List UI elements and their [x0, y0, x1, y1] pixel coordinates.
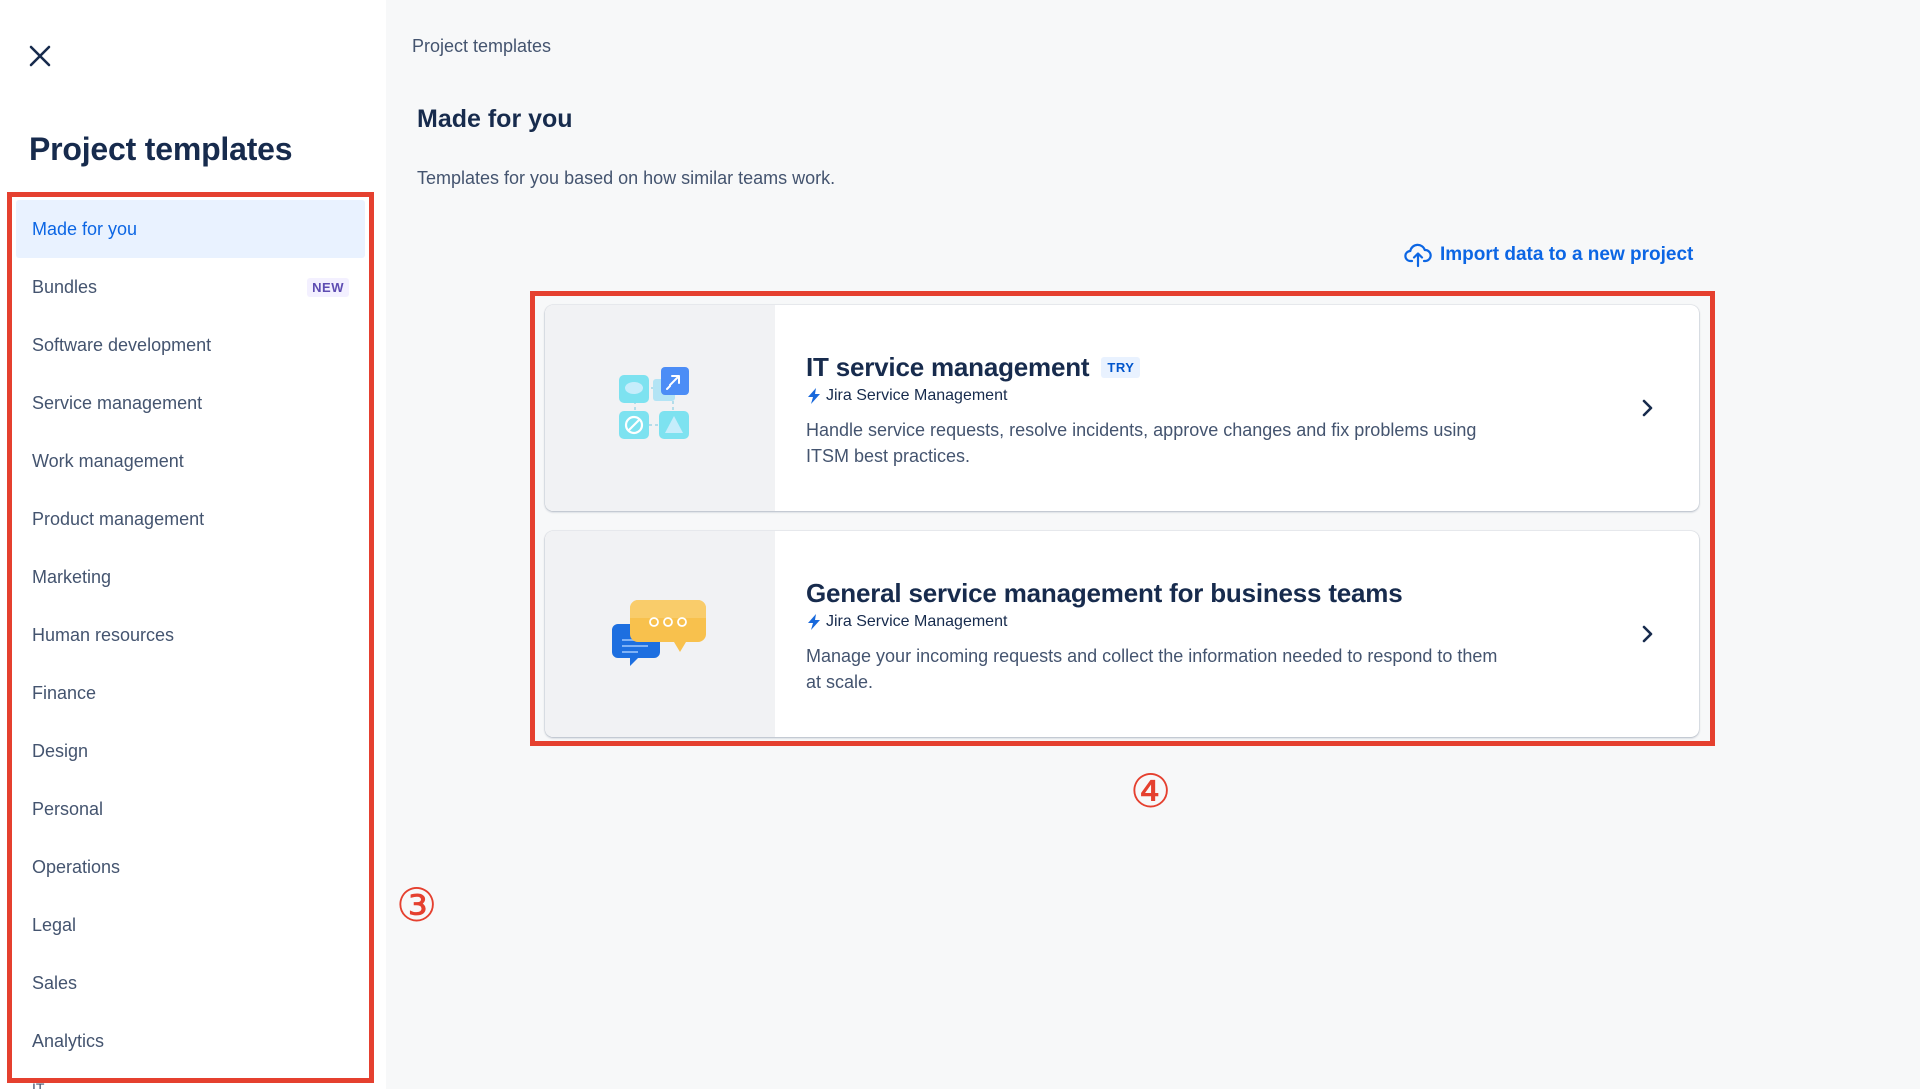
card-body: General service management for business …: [775, 531, 1699, 737]
itsm-illustration-icon: [619, 367, 689, 439]
nav-item-label: Marketing: [32, 566, 112, 587]
try-badge: TRY: [1101, 357, 1141, 378]
nav-item-label: Bundles: [32, 276, 98, 297]
nav-item-personal[interactable]: Personal: [16, 780, 365, 838]
nav-item-label: Service management: [32, 392, 203, 413]
product-row: Jira Service Management: [806, 387, 1668, 405]
nav-item-bundles[interactable]: Bundles NEW: [16, 258, 365, 316]
nav-item-legal[interactable]: Legal: [16, 896, 365, 954]
product-row: Jira Service Management: [806, 613, 1668, 631]
main-content: Project templates Made for you Templates…: [386, 0, 1920, 1089]
cards-annotation-marker: ④: [1130, 764, 1172, 818]
nav-item-finance[interactable]: Finance: [16, 664, 365, 722]
import-data-link[interactable]: Import data to a new project: [1404, 242, 1693, 268]
nav-item-label: Finance: [32, 682, 97, 703]
close-button[interactable]: [22, 38, 58, 74]
nav-item-operations[interactable]: Operations: [16, 838, 365, 896]
nav-item-label: Personal: [32, 798, 104, 819]
nav-item-sales[interactable]: Sales: [16, 954, 365, 1012]
nav-item-label: Human resources: [32, 624, 175, 645]
nav-item-label: Work management: [32, 450, 184, 471]
cloud-upload-icon: [1404, 243, 1432, 268]
import-data-label: Import data to a new project: [1440, 244, 1694, 265]
nav-item-human-resources[interactable]: Human resources: [16, 606, 365, 664]
card-title-row: General service management for business …: [806, 578, 1668, 609]
page-subtitle: Templates for you based on how similar t…: [417, 168, 836, 188]
template-card-general-service[interactable]: General service management for business …: [545, 531, 1699, 737]
page-title: Made for you: [417, 105, 573, 133]
nav-item-made-for-you[interactable]: Made for you: [16, 200, 365, 258]
product-name: Jira Service Management: [826, 387, 1008, 404]
itsm-illustration: [545, 305, 775, 511]
chat-bubbles-icon: [612, 600, 706, 666]
general-service-illustration: [545, 531, 775, 737]
chevron-right-icon: [1635, 396, 1659, 420]
chevron-right-icon: [1635, 622, 1659, 646]
nav-item-design[interactable]: Design: [16, 722, 365, 780]
sidebar-annotation-marker: ③: [396, 878, 438, 932]
card-description: Handle service requests, resolve inciden…: [806, 420, 1477, 466]
nav-item-label: Operations: [32, 856, 121, 877]
nav-item-label: Made for you: [32, 218, 138, 239]
breadcrumb: Project templates: [412, 36, 552, 56]
nav-item-label: Design: [32, 740, 89, 761]
nav-item-label: Software development: [32, 334, 212, 355]
new-badge: NEW: [307, 277, 349, 297]
lightning-icon: [808, 614, 820, 630]
nav-item-label: Analytics: [32, 1030, 105, 1051]
card-title: General service management for business …: [806, 578, 1403, 608]
nav-item-work-management[interactable]: Work management: [16, 432, 365, 490]
nav-item-analytics[interactable]: Analytics: [16, 1012, 365, 1070]
nav-item-label: Sales: [32, 972, 78, 993]
sidebar: Project templates Made for you Bundles NE…: [0, 0, 386, 1089]
template-card-itsm[interactable]: IT service management TRY Jira Service M…: [545, 305, 1699, 511]
nav-item-software-development[interactable]: Software development: [16, 316, 365, 374]
lightning-icon: [808, 388, 820, 404]
card-title: IT service management: [806, 352, 1090, 382]
nav-item-label: Product management: [32, 508, 205, 529]
category-nav: Made for you Bundles NEW Software develop…: [16, 200, 365, 1070]
nav-item-label: Legal: [32, 914, 77, 935]
close-icon: [29, 45, 51, 67]
nav-item-service-management[interactable]: Service management: [16, 374, 365, 432]
nav-item-overflow[interactable]: IT: [32, 1080, 44, 1089]
card-title-row: IT service management TRY: [806, 352, 1668, 383]
nav-item-marketing[interactable]: Marketing: [16, 548, 365, 606]
product-name: Jira Service Management: [826, 613, 1008, 630]
sidebar-title: Project templates: [29, 131, 293, 167]
nav-item-product-management[interactable]: Product management: [16, 490, 365, 548]
card-body: IT service management TRY Jira Service M…: [775, 305, 1699, 511]
card-description: Manage your incoming requests and collec…: [806, 646, 1498, 692]
